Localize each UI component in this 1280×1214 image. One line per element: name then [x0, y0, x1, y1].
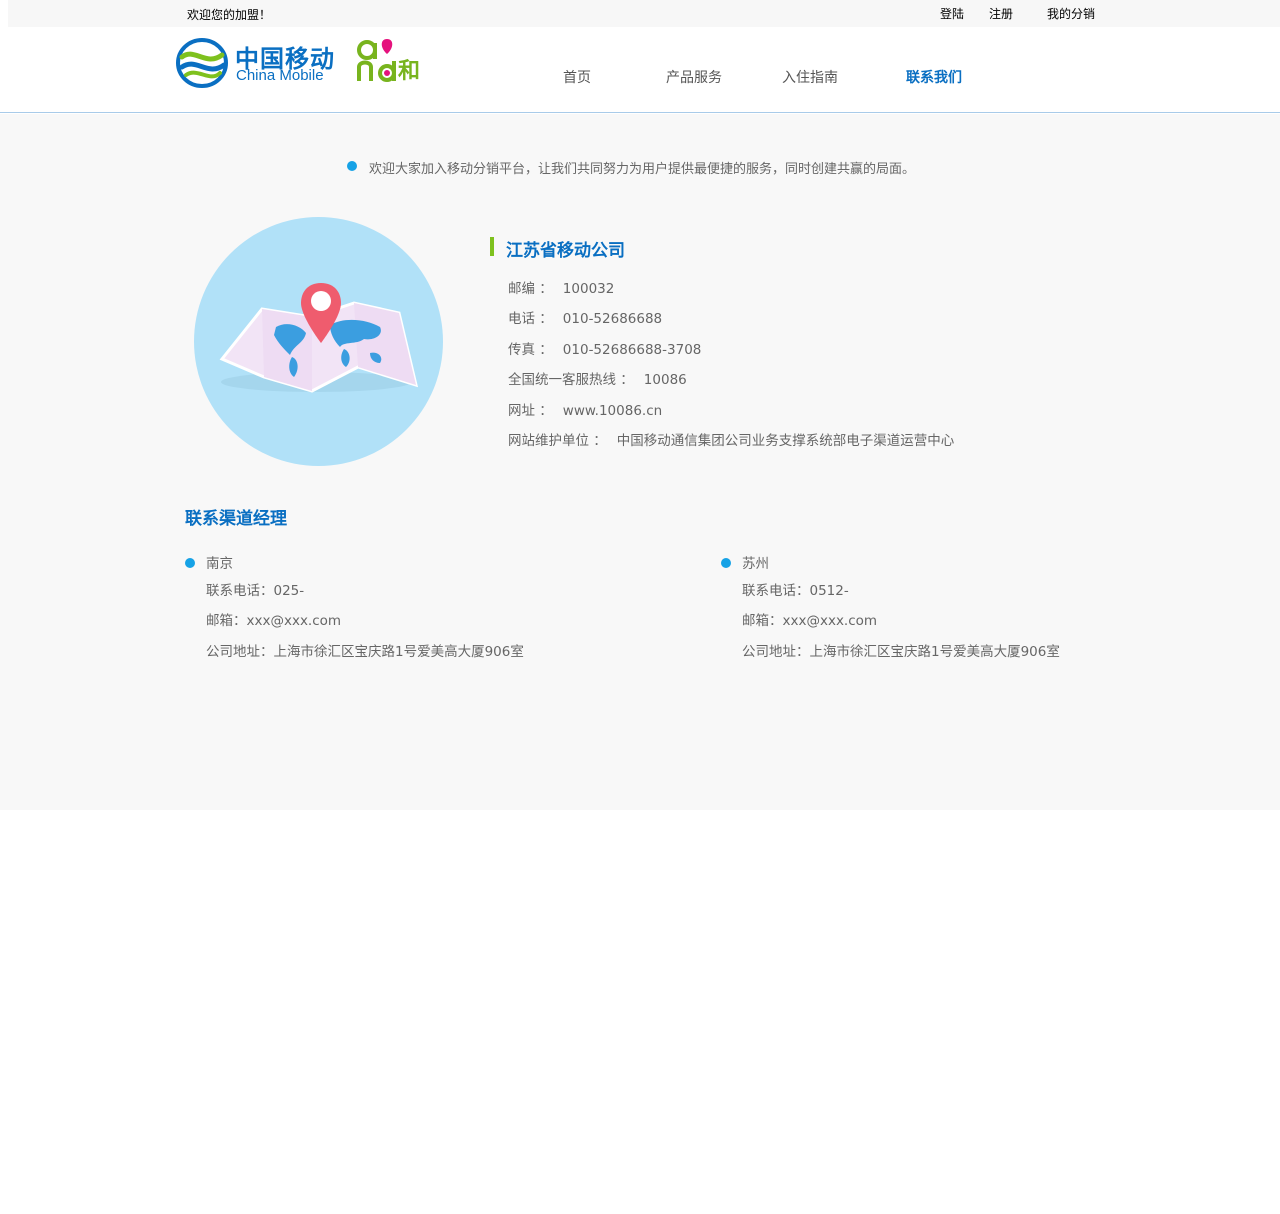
info-label: 网站维护单位 ： [508, 433, 607, 449]
info-value: 010-52686688-3708 [562, 342, 702, 358]
info-postcode: 邮编 ： 100032 [508, 277, 614, 297]
nav-products[interactable]: 产品服务 [666, 67, 722, 87]
info-label: 传真 ： [508, 342, 553, 358]
manager-card: 苏州 联系电话：0512- 邮箱：xxx@xxx.com 公司地址：上海市徐汇区… [721, 552, 1221, 672]
register-link[interactable]: 注册 [989, 5, 1013, 22]
manager-email[interactable]: 邮箱：xxx@xxx.com [206, 609, 341, 629]
manager-card: 南京 联系电话：025- 邮箱：xxx@xxx.com 公司地址：上海市徐汇区宝… [185, 552, 685, 672]
my-distribution-link[interactable]: 我的分销 [1047, 5, 1095, 22]
info-value: 100032 [562, 281, 615, 297]
info-fax: 传真 ： 010-52686688-3708 [508, 338, 701, 358]
intro-text: 欢迎大家加入移动分销平台，让我们共同努力为用户提供最便捷的服务，同时创建共赢的局… [369, 162, 916, 177]
info-hotline: 全国统一客服热线 ： 10086 [508, 368, 687, 388]
accent-bar [490, 237, 494, 256]
manager-address: 公司地址：上海市徐汇区宝庆路1号爱美高大厦906室 [206, 644, 524, 660]
manager-phone: 联系电话：0512- [742, 583, 849, 599]
map-illustration [194, 217, 443, 466]
header: 中国移动 China Mobile 和 首页 产品服务 入住指南 联系我们 [0, 27, 1280, 113]
info-value: 中国移动通信集团公司业务支撑系统部电子渠道运营中心 [616, 433, 955, 449]
welcome-text: 欢迎您的加盟！ [187, 8, 272, 22]
info-website: 网址 ： www.10086.cn [508, 399, 662, 419]
info-phone: 电话 ： 010-52686688 [508, 307, 662, 327]
info-value: 010-52686688 [562, 311, 663, 327]
bullet-dot-icon [721, 558, 731, 568]
info-maintainer: 网站维护单位 ： 中国移动通信集团公司业务支撑系统部电子渠道运营中心 [508, 429, 954, 449]
info-label: 网址 ： [508, 403, 553, 419]
logo-text-en: China Mobile [236, 67, 324, 84]
info-label: 邮编 ： [508, 281, 553, 297]
and-he-text: 和 [398, 59, 421, 84]
info-value-link[interactable]: www.10086.cn [563, 403, 662, 419]
nav-contact[interactable]: 联系我们 [906, 67, 962, 87]
map-pin-icon [219, 283, 419, 393]
nav-guide[interactable]: 入住指南 [782, 67, 838, 87]
nav-home[interactable]: 首页 [563, 67, 591, 87]
managers-title: 联系渠道经理 [185, 509, 287, 529]
manager-phone: 联系电话：025- [206, 583, 305, 599]
info-label: 全国统一客服热线 ： [508, 372, 634, 388]
company-name: 江苏省移动公司 [506, 241, 625, 261]
china-mobile-logo[interactable]: 中国移动 China Mobile [176, 37, 336, 89]
manager-address: 公司地址：上海市徐汇区宝庆路1号爱美高大厦906室 [742, 644, 1060, 660]
info-value: 10086 [643, 372, 687, 388]
info-label: 电话 ： [508, 311, 553, 327]
and-brand-icon [357, 39, 396, 82]
manager-email[interactable]: 邮箱：xxx@xxx.com [742, 609, 877, 629]
china-mobile-emblem-icon [176, 38, 228, 88]
bullet-dot-icon [347, 161, 357, 171]
bullet-dot-icon [185, 558, 195, 568]
main-content: 欢迎大家加入移动分销平台，让我们共同努力为用户提供最便捷的服务，同时创建共赢的局… [0, 114, 1280, 810]
manager-city: 南京 [206, 556, 233, 572]
manager-city: 苏州 [742, 556, 769, 572]
top-bar: 欢迎您的加盟！ 登陆 注册 我的分销 [8, 0, 1280, 27]
login-link[interactable]: 登陆 [940, 5, 964, 22]
and-he-logo[interactable]: 和 [356, 37, 430, 85]
